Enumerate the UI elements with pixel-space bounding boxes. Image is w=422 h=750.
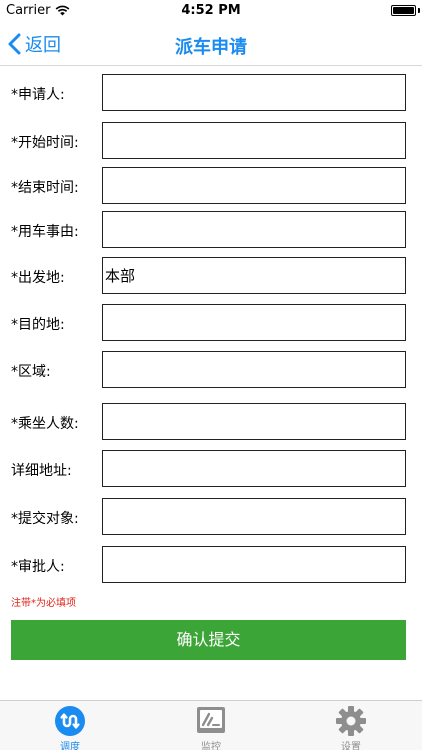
region-field[interactable] [102, 351, 406, 388]
submit-to-label: *提交对象: [11, 511, 79, 527]
battery-icon [391, 5, 416, 16]
start-time-field[interactable] [102, 122, 406, 159]
end-time-label: *结束时间: [11, 180, 79, 196]
passengers-label: *乘坐人数: [11, 416, 79, 432]
status-time: 4:52 PM [181, 3, 241, 18]
origin-label: *出发地: [11, 270, 65, 286]
tab-monitor[interactable]: 监控 [171, 703, 251, 750]
approver-label: *审批人: [11, 559, 65, 575]
tab-settings-label: 设置 [341, 742, 361, 750]
monitor-icon [195, 705, 227, 737]
status-bar: Carrier 4:52 PM [0, 0, 422, 22]
purpose-label: *用车事由: [11, 224, 79, 240]
page-title: 派车申请 [175, 37, 247, 58]
applicant-field[interactable] [102, 74, 406, 111]
tab-monitor-label: 监控 [201, 742, 221, 750]
gear-icon [335, 705, 367, 737]
address-field[interactable] [102, 450, 406, 487]
dispatch-icon [54, 705, 86, 737]
region-label: *区域: [11, 364, 51, 380]
applicant-label: *申请人: [11, 87, 65, 103]
origin-field[interactable] [102, 257, 406, 294]
submit-button[interactable]: 确认提交 [11, 620, 406, 660]
tab-bar: 调度 监控 设置 [0, 700, 422, 750]
tab-dispatch-label: 调度 [60, 742, 80, 750]
approver-field[interactable] [102, 546, 406, 583]
end-time-field[interactable] [102, 167, 406, 204]
nav-bar: 返回 派车申请 [0, 22, 422, 66]
battery-tip [418, 8, 420, 13]
purpose-field[interactable] [102, 211, 406, 248]
tab-settings[interactable]: 设置 [311, 703, 391, 750]
required-note: 注带*为必填项 [11, 598, 76, 609]
destination-label: *目的地: [11, 317, 65, 333]
submit-to-field[interactable] [102, 498, 406, 535]
tab-dispatch[interactable]: 调度 [30, 703, 110, 750]
passengers-field[interactable] [102, 403, 406, 440]
start-time-label: *开始时间: [11, 135, 79, 151]
address-label: 详细地址: [11, 463, 72, 479]
destination-field[interactable] [102, 304, 406, 341]
